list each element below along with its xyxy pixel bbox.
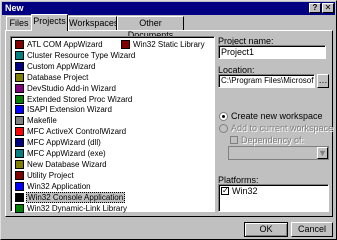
cluster-icon: [15, 50, 24, 60]
list-item-label: Custom AppWizard: [27, 61, 96, 71]
list-item-label: Utility Project: [27, 170, 74, 180]
console-icon: [15, 192, 24, 202]
custom-wizard-icon: [15, 61, 24, 71]
list-item-label: Win32 Console Application: [26, 191, 126, 203]
tab-projects-label: Projects: [33, 16, 66, 26]
location-value: C:\Program Files\Microsoft Visua: [221, 76, 315, 85]
dependency-checkbox[interactable]: [230, 136, 238, 144]
list-item-label: MFC ActiveX ControlWizard: [27, 127, 127, 137]
new-db-icon: [15, 159, 24, 169]
atl-icon: [15, 40, 24, 49]
list-item-label: DevStudio Add-in Wizard: [27, 83, 116, 93]
makefile-icon: [15, 116, 24, 126]
close-button[interactable]: ✕: [322, 3, 334, 13]
tab-projects[interactable]: Projects: [31, 14, 68, 31]
checkmark-icon: ✓: [222, 186, 229, 195]
tab-other-documents[interactable]: Other Documents: [117, 16, 184, 40]
database-icon: [15, 72, 24, 82]
help-button[interactable]: ?: [309, 3, 321, 13]
projects-panel: ATL COM AppWizard Cluster Resource Type W…: [5, 30, 333, 217]
cancel-button[interactable]: Cancel: [291, 222, 333, 237]
list-item-label: ISAPI Extension Wizard: [27, 105, 112, 115]
static-lib-icon: [121, 40, 130, 49]
radio-dot-icon: [222, 115, 225, 118]
utility-icon: [15, 170, 24, 180]
dll-icon: [15, 203, 24, 213]
ellipsis-icon: …: [318, 75, 328, 85]
list-item-label: MFC AppWizard (dll): [27, 138, 101, 148]
list-item-label: Win32 Application: [27, 181, 91, 191]
tab-files-label: Files: [9, 18, 29, 28]
addin-icon: [15, 83, 24, 93]
project-name-field[interactable]: Project1: [218, 45, 326, 59]
list-item-label: Makefile: [27, 116, 57, 126]
mfc-exe-icon: [15, 149, 24, 158]
platform-win32-checkbox[interactable]: ✓: [221, 186, 229, 195]
location-field[interactable]: C:\Program Files\Microsoft Visua: [218, 74, 315, 88]
new-dialog: New ? ✕ Files Projects Workspaces Other …: [0, 0, 337, 240]
platforms-list[interactable]: ✓ Win32: [218, 184, 329, 212]
project-type-list[interactable]: ATL COM AppWizard Cluster Resource Type W…: [10, 36, 215, 213]
chevron-down-icon[interactable]: ▼: [317, 147, 328, 159]
window-title: New: [5, 3, 24, 13]
win32-app-icon: [15, 181, 24, 191]
platform-win32-label: Win32: [232, 186, 258, 196]
project-name-value: Project1: [221, 47, 255, 57]
tab-files[interactable]: Files: [6, 16, 32, 30]
create-new-workspace-label: Create new workspace: [231, 111, 323, 121]
browse-location-button[interactable]: …: [317, 74, 329, 88]
dependency-combo[interactable]: ▼: [228, 146, 329, 160]
ok-label: OK: [259, 224, 273, 234]
list-item-label: Database Project: [27, 72, 89, 82]
tab-workspaces-label: Workspaces: [69, 18, 119, 28]
list-item-label: MFC AppWizard (exe): [27, 149, 106, 158]
stored-proc-icon: [15, 94, 24, 104]
add-to-workspace-label: Add to current workspace: [231, 123, 334, 133]
list-item-label: Win32 Dynamic-Link Library: [27, 203, 128, 213]
activex-icon: [15, 127, 24, 137]
tab-workspaces[interactable]: Workspaces: [68, 16, 119, 30]
list-item-label: Win32 Static Library: [133, 40, 205, 49]
list-item-label: Extended Stored Proc Wizard: [27, 94, 133, 104]
dependency-label: Dependency of:: [241, 135, 305, 145]
isapi-icon: [15, 105, 24, 115]
list-item-label: Cluster Resource Type Wizard: [27, 50, 136, 60]
mfc-dll-icon: [15, 138, 24, 148]
close-icon: ✕: [324, 3, 332, 12]
list-item-label: ATL COM AppWizard: [27, 40, 103, 49]
add-to-workspace-radio[interactable]: [219, 124, 228, 133]
cancel-label: Cancel: [297, 224, 326, 234]
ok-button[interactable]: OK: [244, 222, 288, 237]
list-item-label: New Database Wizard: [27, 159, 107, 169]
create-new-workspace-radio[interactable]: [219, 112, 228, 121]
